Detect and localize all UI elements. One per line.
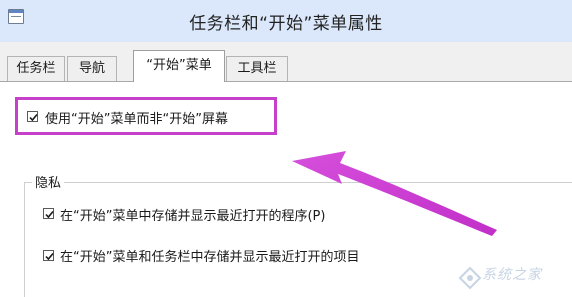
- annotation-arrow-icon: [292, 151, 497, 236]
- tab-start-menu[interactable]: “开始”菜单: [133, 50, 225, 82]
- watermark-text: 系统之家: [482, 267, 542, 283]
